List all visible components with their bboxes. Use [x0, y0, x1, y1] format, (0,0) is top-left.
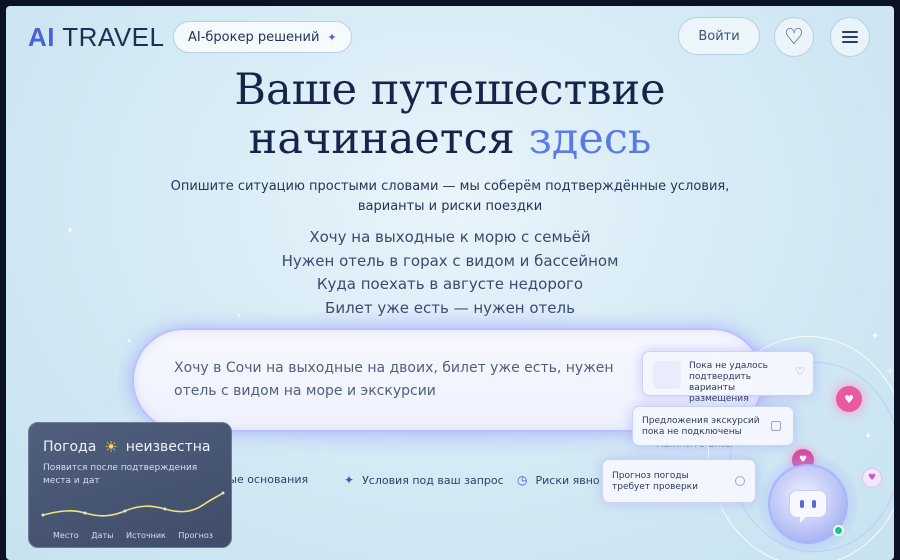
- status-card-accommodation[interactable]: Пока не удалось подтвердить варианты раз…: [642, 351, 814, 404]
- heart-icon: ♥: [836, 386, 862, 412]
- favorites-button[interactable]: ♡: [774, 17, 814, 57]
- page: ✦ • ✦ ✦ ✦ + ✦ • AI TRAVEL AI-брокер реше…: [6, 6, 894, 560]
- hero-title-accent: здесь: [528, 114, 652, 164]
- weather-title-prefix: Погода: [43, 439, 97, 455]
- sun-icon: ☀: [104, 438, 118, 456]
- ai-broker-label: AI-брокер решений: [188, 29, 320, 45]
- heart-icon: ♡: [795, 365, 805, 378]
- hero-title-main: начинается: [248, 114, 515, 164]
- menu-button[interactable]: [830, 17, 870, 57]
- heart-icon: ♥: [862, 468, 882, 488]
- chat-bot-icon: [789, 490, 827, 523]
- sparkle-icon: ✦: [871, 331, 880, 342]
- feature-label: Риски явно: [535, 473, 600, 487]
- weather-sparkline: [41, 491, 225, 517]
- feature-label: мые основания: [220, 473, 309, 486]
- login-button[interactable]: Войти: [678, 17, 760, 55]
- circle-icon: [735, 476, 745, 486]
- sparkle-icon: +: [886, 366, 894, 377]
- hero-title: Ваше путешествие начинается здесь: [6, 66, 894, 164]
- weather-title: Погода ☀ неизвестна: [43, 438, 211, 456]
- heart-icon: ♡: [784, 24, 804, 50]
- ai-broker-button[interactable]: AI-брокер решений ✦: [173, 21, 352, 53]
- feature-item: мые основания: [220, 473, 308, 486]
- square-icon: [771, 421, 781, 431]
- status-card-text: Пока не удалось подтвердить варианты раз…: [689, 361, 768, 404]
- hamburger-menu-icon: [842, 28, 858, 46]
- feature-item: ✦ Условия под ваш запрос: [344, 473, 504, 487]
- hero-title-line1: Ваше путешествие: [234, 65, 666, 115]
- example-prompt[interactable]: Хочу на выходные к морю с семьёй: [6, 226, 894, 250]
- status-card-text: Прогноз погоды требует проверки: [612, 471, 698, 492]
- example-prompt[interactable]: Нужен отель в горах с видом и бассейном: [6, 250, 894, 274]
- hero-subtitle: Опишите ситуацию простыми словами — мы с…: [170, 179, 730, 214]
- weather-card[interactable]: Погода ☀ неизвестна Появится после подтв…: [28, 422, 232, 548]
- sparkle-icon: ✦: [344, 473, 355, 487]
- logo[interactable]: AI TRAVEL: [28, 22, 164, 53]
- weather-title-suffix: неизвестна: [125, 439, 211, 455]
- weather-label: Источник: [125, 531, 166, 540]
- weather-subtitle: Появится после подтверждения места и дат: [43, 463, 198, 486]
- sparkle-icon: ✦: [327, 30, 337, 44]
- status-card-weather[interactable]: Прогноз погоды требует проверки: [602, 459, 756, 503]
- feature-label: Условия под ваш запрос: [362, 473, 504, 487]
- placeholder-thumbnail: [653, 361, 681, 389]
- search-input-value[interactable]: Хочу в Сочи на выходные на двоих, билет …: [174, 357, 614, 403]
- weather-label: Прогноз: [178, 531, 213, 540]
- weather-label: Место: [53, 531, 79, 540]
- feature-item: ◷ Риски явно: [517, 473, 600, 487]
- logo-travel: TRAVEL: [62, 22, 165, 52]
- example-prompt[interactable]: Куда поехать в августе недорого: [6, 273, 894, 297]
- example-prompts: Хочу на выходные к морю с семьёй Нужен о…: [6, 226, 894, 320]
- status-card-excursions[interactable]: Предложения экскурсий пока не подключены: [632, 406, 794, 446]
- status-card-text: Предложения экскурсий пока не подключены: [642, 416, 760, 437]
- logo-ai: AI: [28, 22, 55, 52]
- hero-title-line2: начинается здесь: [6, 115, 894, 164]
- online-status-dot: [833, 525, 844, 536]
- clock-icon: ◷: [517, 473, 528, 487]
- weather-labels: Место Даты Источник Прогноз: [41, 531, 225, 540]
- weather-label: Даты: [91, 531, 114, 540]
